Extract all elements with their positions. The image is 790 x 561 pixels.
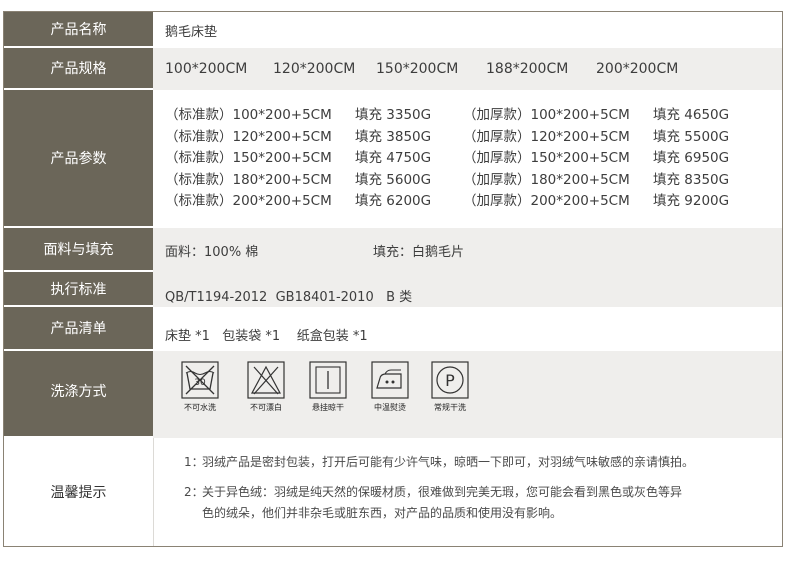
- label-care: 洗涤方式: [4, 351, 153, 438]
- tip-text: 关于异色绒：羽绒是纯天然的保暖材质，很难做到完美无瑕，您可能会看到黑色或灰色等异: [202, 485, 683, 499]
- param-standard: （标准款）200*200+5CM: [165, 193, 332, 210]
- param-line: （标准款）150*200+5CM 填充 4750G （加厚款）150*200+5CM…: [165, 148, 729, 170]
- value-product-spec: 100*200CM 120*200CM 150*200CM 188*200CM …: [153, 48, 782, 90]
- filling-text: 填充：白鹅毛片: [373, 244, 465, 260]
- param-standard-fill: 填充 3350G: [355, 107, 432, 124]
- param-standard-fill: 填充 6200G: [355, 193, 432, 210]
- row-contents: 产品清单 床垫 *1 包装袋 *1 纸盒包装 *1: [4, 307, 782, 351]
- row-product-spec: 产品规格 100*200CM 120*200CM 150*200CM 188*2…: [4, 48, 782, 90]
- param-standard: （标准款）100*200+5CM: [165, 107, 332, 124]
- row-tips: 温馨提示 1：羽绒产品是密封包装，打开后可能有少许气味，晾晒一下即可，对羽绒气味…: [4, 438, 782, 546]
- contents-text: 床垫 *1 包装袋 *1 纸盒包装 *1: [165, 328, 368, 344]
- value-contents: 床垫 *1 包装袋 *1 纸盒包装 *1: [153, 307, 782, 351]
- label-product-spec: 产品规格: [4, 48, 153, 90]
- param-thick-fill: 填充 5500G: [653, 128, 730, 145]
- spec-size: 200*200CM: [596, 61, 679, 77]
- param-line: （标准款）180*200+5CM 填充 5600G （加厚款）180*200+5CM…: [165, 170, 729, 192]
- param-thick-fill: 填充 4650G: [653, 107, 730, 124]
- value-standard: QB/T1194-2012 GB18401-2010 B 类: [153, 272, 782, 307]
- label-product-params: 产品参数: [4, 90, 153, 228]
- param-standard-fill: 填充 5600G: [355, 171, 432, 188]
- label-fabric: 面料与填充: [4, 228, 153, 272]
- row-product-params: 产品参数 （标准款）100*200+5CM 填充 3350G （加厚款）100*20…: [4, 90, 782, 228]
- care-caption: 悬挂晾干: [312, 403, 344, 412]
- care-caption: 常规干洗: [434, 403, 466, 412]
- care-no-bleach: 不可漂白: [247, 361, 285, 413]
- spec-size: 150*200CM: [376, 61, 459, 77]
- medium-iron-icon: [371, 361, 409, 399]
- param-thick: （加厚款）180*200+5CM: [463, 171, 630, 188]
- label-product-name: 产品名称: [4, 12, 153, 48]
- tip-number: 1：: [184, 455, 204, 469]
- param-thick: （加厚款）120*200+5CM: [463, 128, 630, 145]
- label-tips: 温馨提示: [4, 438, 154, 546]
- dry-clean-letter: P: [445, 371, 455, 390]
- care-medium-iron: 中温熨烫: [371, 361, 409, 413]
- param-thick-fill: 填充 9200G: [653, 193, 730, 210]
- param-thick: （加厚款）100*200+5CM: [463, 107, 630, 124]
- tips-body: 1：羽绒产品是密封包装，打开后可能有少许气味，晾晒一下即可，对羽绒气味敏感的亲请…: [154, 438, 782, 546]
- tip-item: 2：关于异色绒：羽绒是纯天然的保暖材质，很难做到完美无瑕，您可能会看到黑色或灰色…: [184, 482, 782, 503]
- care-hang-dry: 悬挂晾干: [309, 361, 347, 413]
- tip-text: 羽绒产品是密封包装，打开后可能有少许气味，晾晒一下即可，对羽绒气味敏感的亲请慎拍…: [202, 455, 695, 469]
- param-thick-fill: 填充 8350G: [653, 171, 730, 188]
- care-caption: 中温熨烫: [374, 403, 406, 412]
- value-product-name: 鹅毛床垫: [153, 12, 782, 48]
- spec-size: 188*200CM: [486, 61, 569, 77]
- row-care: 洗涤方式 30 不可水洗 不可漂白 悬挂晾干 中温熨烫 P 常规干洗: [4, 351, 782, 438]
- param-line: （标准款）100*200+5CM 填充 3350G （加厚款）100*200+5CM…: [165, 105, 729, 127]
- spec-size: 120*200CM: [273, 61, 356, 77]
- param-standard: （标准款）120*200+5CM: [165, 128, 332, 145]
- label-standard: 执行标准: [4, 272, 153, 307]
- spec-size: 100*200CM: [165, 61, 248, 77]
- product-info-table: 产品名称 鹅毛床垫 产品规格 100*200CM 120*200CM 150*2…: [3, 11, 783, 547]
- no-wash-icon: 30: [181, 361, 219, 399]
- tip-continuation: 色的绒朵，他们并非杂毛或脏东西，对产品的品质和使用没有影响。: [202, 506, 563, 520]
- param-thick-fill: 填充 6950G: [653, 150, 730, 167]
- tip-item: 1：羽绒产品是密封包装，打开后可能有少许气味，晾晒一下即可，对羽绒气味敏感的亲请…: [184, 452, 782, 473]
- value-product-params: （标准款）100*200+5CM 填充 3350G （加厚款）100*200+5CM…: [153, 90, 782, 228]
- row-product-name: 产品名称 鹅毛床垫: [4, 12, 782, 48]
- standard-text: QB/T1194-2012 GB18401-2010 B 类: [165, 290, 413, 305]
- hang-dry-icon: [309, 361, 347, 399]
- care-caption: 不可水洗: [184, 403, 216, 412]
- dry-clean-icon: P: [431, 361, 469, 399]
- value-fabric: 面料：100% 棉 填充：白鹅毛片: [153, 228, 782, 272]
- fabric-text: 面料：100% 棉: [165, 244, 259, 260]
- tip-number: 2：: [184, 485, 204, 499]
- row-standard: 执行标准 QB/T1194-2012 GB18401-2010 B 类: [4, 272, 782, 307]
- param-standard-fill: 填充 3850G: [355, 128, 432, 145]
- care-dry-clean: P 常规干洗: [431, 361, 469, 413]
- label-contents: 产品清单: [4, 307, 153, 351]
- care-no-wash: 30 不可水洗: [181, 361, 219, 413]
- value-care: 30 不可水洗 不可漂白 悬挂晾干 中温熨烫 P 常规干洗: [153, 351, 782, 438]
- param-standard: （标准款）180*200+5CM: [165, 171, 332, 188]
- param-standard: （标准款）150*200+5CM: [165, 150, 332, 167]
- no-bleach-icon: [247, 361, 285, 399]
- care-caption: 不可漂白: [250, 403, 282, 412]
- param-thick: （加厚款）200*200+5CM: [463, 193, 630, 210]
- param-line: （标准款）120*200+5CM 填充 3850G （加厚款）120*200+5CM…: [165, 127, 729, 149]
- param-line: （标准款）200*200+5CM 填充 6200G （加厚款）200*200+5CM…: [165, 191, 729, 213]
- param-thick: （加厚款）150*200+5CM: [463, 150, 630, 167]
- row-fabric: 面料与填充 面料：100% 棉 填充：白鹅毛片: [4, 228, 782, 272]
- param-standard-fill: 填充 4750G: [355, 150, 432, 167]
